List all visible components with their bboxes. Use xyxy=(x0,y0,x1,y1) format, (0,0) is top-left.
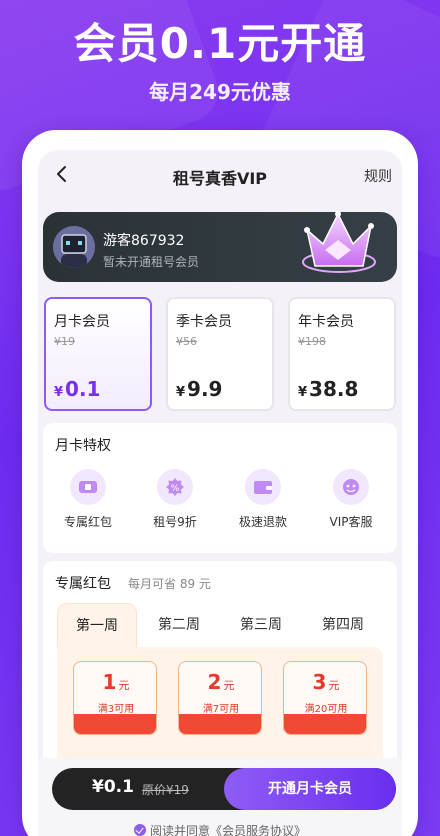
agreement-row[interactable]: 阅读并同意《会员服务协议》 xyxy=(38,822,402,836)
coupon-amount: 3元 xyxy=(284,670,366,694)
benefit-label: 租号9折 xyxy=(153,515,197,529)
tab-week-4[interactable]: 第四周 xyxy=(303,603,383,647)
app-screen: 租号真香VIP 规则 游客867932 暂未开通租号会员 月卡会员 ¥19 ¥ … xyxy=(38,150,402,836)
benefit-item[interactable]: % 租号9折 xyxy=(140,469,210,530)
coupon-envelope xyxy=(179,714,261,734)
support-icon xyxy=(333,469,369,505)
coupon-card[interactable]: 1元 满3可用 xyxy=(73,661,157,735)
benefit-item[interactable]: VIP客服 xyxy=(316,469,386,530)
coupons-title: 专属红包 xyxy=(55,576,111,592)
wallet-icon xyxy=(245,469,281,505)
coupon-condition: 满3可用 xyxy=(97,704,135,715)
plan-card-quarterly[interactable]: 季卡会员 ¥56 ¥9.9 xyxy=(166,297,274,411)
benefits-title: 月卡特权 xyxy=(55,438,111,454)
plan-original-price: ¥198 xyxy=(298,335,326,348)
membership-status: 暂未开通租号会员 xyxy=(103,255,200,269)
coupon-unit: 元 xyxy=(118,679,130,692)
coupon-card[interactable]: 2元 满7可用 xyxy=(178,661,262,735)
bottom-bar: ¥0.1 原价¥19 开通月卡会员 阅读并同意《会员服务协议》 xyxy=(38,758,402,836)
plan-selector: 月卡会员 ¥19 ¥0.1 季卡会员 ¥56 ¥9.9 年卡会员 ¥198 ¥3… xyxy=(44,297,396,413)
plan-name: 年卡会员 xyxy=(298,314,354,330)
user-name: 游客867932 xyxy=(103,233,185,249)
plan-price: ¥9.9 xyxy=(176,377,222,401)
coupon-amount: 1元 xyxy=(74,670,156,694)
week-tabs: 第一周 第二周 第三周 第四周 xyxy=(57,603,383,647)
plan-price: ¥38.8 xyxy=(298,377,358,401)
plan-price: ¥0.1 xyxy=(54,377,100,401)
phone-frame: 租号真香VIP 规则 游客867932 暂未开通租号会员 月卡会员 ¥19 ¥ … xyxy=(22,130,418,836)
coupon-envelope xyxy=(284,714,366,734)
benefits-section: 月卡特权 专属红包 % 租号9折 极速退款 VIP客服 xyxy=(43,423,397,553)
user-card: 游客867932 暂未开通租号会员 xyxy=(43,211,397,282)
top-bar: 租号真香VIP 规则 xyxy=(38,150,402,200)
plan-original-price: ¥19 xyxy=(54,335,75,348)
coupon-condition: 满20可用 xyxy=(304,704,348,715)
plan-price-value: 9.9 xyxy=(187,377,223,401)
coupon-unit: 元 xyxy=(223,679,235,692)
rules-link[interactable]: 规则 xyxy=(364,166,392,186)
coupon-envelope xyxy=(74,714,156,734)
svg-text:%: % xyxy=(171,484,180,494)
tab-week-2[interactable]: 第二周 xyxy=(139,603,219,647)
coupon-unit: 元 xyxy=(328,679,340,692)
plan-price-value: 0.1 xyxy=(65,377,101,401)
currency-symbol: ¥ xyxy=(176,385,186,400)
coupon-amount-value: 2 xyxy=(207,670,222,694)
agreement-text[interactable]: 阅读并同意《会员服务协议》 xyxy=(150,824,306,836)
avatar xyxy=(53,226,95,268)
benefit-label: 极速退款 xyxy=(238,515,287,529)
purchase-bar[interactable]: ¥0.1 原价¥19 开通月卡会员 xyxy=(52,768,396,810)
currency-symbol: ¥ xyxy=(54,385,64,400)
avatar-icon xyxy=(53,226,95,268)
open-membership-button[interactable]: 开通月卡会员 xyxy=(224,768,396,810)
plan-name: 月卡会员 xyxy=(54,314,110,330)
hero-title: 会员0.1元开通 xyxy=(73,19,367,68)
hero-subtitle: 每月249元优惠 xyxy=(149,80,291,104)
page-title: 租号真香VIP xyxy=(172,169,268,188)
coupon-condition: 满7可用 xyxy=(202,704,240,715)
purchase-original-price: 原价¥19 xyxy=(142,783,189,797)
coupon-card[interactable]: 3元 满20可用 xyxy=(283,661,367,735)
benefit-label: VIP客服 xyxy=(329,515,373,529)
coupon-icon xyxy=(70,469,106,505)
coupons-savings: 每月可省 89 元 xyxy=(128,577,211,591)
benefit-item[interactable]: 专属红包 xyxy=(53,469,123,530)
tab-week-3[interactable]: 第三周 xyxy=(221,603,301,647)
benefit-item[interactable]: 极速退款 xyxy=(228,469,298,530)
tab-week-1[interactable]: 第一周 xyxy=(57,603,137,647)
plan-card-monthly[interactable]: 月卡会员 ¥19 ¥0.1 xyxy=(44,297,152,411)
plan-original-price: ¥56 xyxy=(176,335,197,348)
purchase-price: ¥0.1 xyxy=(92,777,134,797)
currency-symbol: ¥ xyxy=(298,385,308,400)
discount-icon: % xyxy=(157,469,193,505)
coupon-amount-value: 1 xyxy=(102,670,117,694)
plan-price-value: 38.8 xyxy=(309,377,359,401)
benefit-label: 专属红包 xyxy=(63,515,112,529)
plan-name: 季卡会员 xyxy=(176,314,232,330)
coupon-amount: 2元 xyxy=(179,670,261,694)
crown-icon xyxy=(302,211,376,273)
plan-card-yearly[interactable]: 年卡会员 ¥198 ¥38.8 xyxy=(288,297,396,411)
check-icon[interactable] xyxy=(133,824,146,836)
coupon-amount-value: 3 xyxy=(312,670,327,694)
